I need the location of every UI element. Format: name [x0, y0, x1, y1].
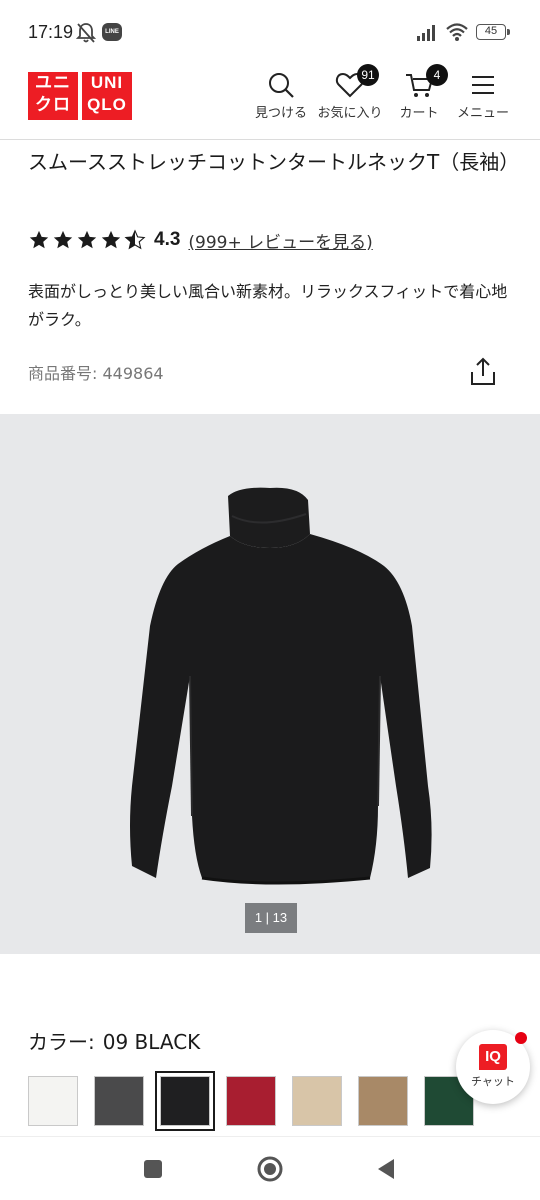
menu-icon — [472, 76, 494, 94]
favorites-button[interactable]: 91 お気に入り — [315, 64, 385, 121]
home-circle-icon[interactable] — [256, 1155, 284, 1183]
cart-button[interactable]: 4 カート — [384, 64, 454, 121]
star-icon — [53, 230, 73, 249]
signal-icon — [417, 25, 435, 41]
color-label-text: カラー: — [28, 1030, 95, 1054]
color-swatch[interactable] — [94, 1076, 144, 1126]
color-label: カラー: 09 BLACK — [28, 1026, 200, 1055]
iq-chat-icon: IQ — [479, 1044, 507, 1070]
uniqlo-logo-katakana[interactable]: ユニ クロ — [28, 72, 78, 120]
reviews-link[interactable]: (999+ レビューを見る) — [188, 228, 372, 253]
battery-icon: 45 — [476, 24, 510, 40]
uniqlo-logo-latin[interactable]: UNI QLO — [82, 72, 132, 120]
back-triangle-icon[interactable] — [372, 1155, 400, 1183]
chat-label: チャット — [471, 1075, 515, 1088]
search-button[interactable]: 見つける — [246, 70, 316, 121]
rating-stars — [28, 229, 146, 251]
status-time: 17:19 — [28, 22, 74, 42]
chat-button[interactable]: IQ チャット — [456, 1030, 530, 1104]
share-icon[interactable] — [468, 356, 498, 388]
product-image-gallery[interactable]: 1 | 13 — [0, 414, 540, 954]
line-app-icon: LINE — [102, 23, 122, 41]
system-nav-bar — [0, 1136, 540, 1200]
star-icon — [77, 230, 97, 249]
screen: 17:19 LINE 45 ユニ クロ UNI QLO 見つける 91 お気に入… — [0, 0, 540, 1200]
product-rating: 4.3 (999+ レビューを見る) — [28, 226, 373, 254]
product-description: 表面がしっとり美しい風合い新素材。リラックスフィットで着心地がラク。 — [28, 282, 508, 329]
color-swatch[interactable] — [226, 1076, 276, 1126]
product-image — [130, 487, 432, 885]
star-half-icon — [124, 229, 146, 250]
app-header: ユニ クロ UNI QLO 見つける 91 お気に入り 4 カート メニュー — [0, 62, 540, 140]
notification-dot — [515, 1032, 527, 1044]
rating-value: 4.3 — [154, 229, 181, 250]
favorites-label: お気に入り — [317, 106, 383, 121]
logo-text-bottom: クロ — [35, 95, 71, 114]
logo-text-top: ユニ — [35, 73, 71, 92]
color-swatch-selected[interactable] — [155, 1071, 215, 1131]
star-icon — [101, 230, 121, 249]
search-icon — [269, 73, 294, 98]
image-pager: 1 | 13 — [245, 903, 297, 933]
color-swatch[interactable] — [358, 1076, 408, 1126]
bell-mute-icon — [76, 23, 96, 43]
color-swatch[interactable] — [28, 1076, 78, 1126]
product-title: スムースストレッチコットンタートルネックT（長袖） — [28, 150, 520, 174]
star-icon — [29, 230, 49, 249]
menu-label: メニュー — [456, 106, 509, 121]
logo-text-bottom: QLO — [87, 95, 127, 114]
favorites-count-badge: 91 — [357, 64, 379, 86]
cart-label: カート — [399, 106, 439, 121]
product-number: 商品番号: 449864 — [28, 364, 164, 383]
wifi-icon — [446, 23, 468, 41]
color-swatch[interactable] — [292, 1076, 342, 1126]
square-icon[interactable] — [139, 1155, 167, 1183]
selected-color: 09 BLACK — [102, 1030, 201, 1054]
logo-text-top: UNI — [90, 73, 124, 92]
menu-button[interactable]: メニュー — [448, 70, 518, 121]
status-bar: 17:19 LINE 45 — [0, 0, 540, 62]
cart-count-badge: 4 — [426, 64, 448, 86]
color-swatches — [28, 1071, 474, 1131]
search-label: 見つける — [254, 106, 307, 121]
